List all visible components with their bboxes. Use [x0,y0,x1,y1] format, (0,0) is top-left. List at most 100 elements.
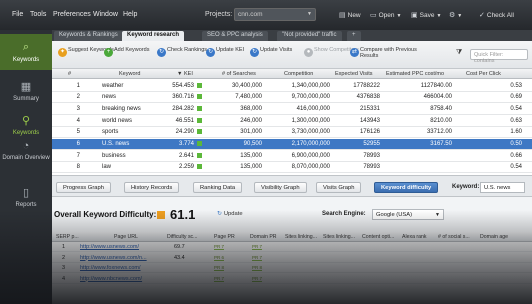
cell-text: 6 [76,141,80,147]
quick-filter-input[interactable]: Quick Filter: contains [470,49,528,64]
table-row[interactable]: 2 news 360.716 7,480,000 9,700,000,000 437683… [52,92,532,104]
table-row[interactable]: 4 world news 46.551 246,000 1,300,000,000 143… [52,115,532,127]
serp-row[interactable]: 3 http://www.foxnews.com/PR 8 PR 8 [52,263,532,273]
sidebar-item-summary[interactable]: ▦ Summary [0,74,52,104]
page-url-link[interactable]: http://www.foxnews.com/ [80,265,141,271]
check-all-button[interactable]: ✓ Check All [479,11,514,19]
col-header-serp-position[interactable]: SERP p... [56,234,79,240]
history-records-tab[interactable]: History Records [124,182,180,193]
col-header-page-pr[interactable]: Page PR [214,234,235,240]
compare-results-button[interactable]: ⇄ Compare with Previous Results [350,47,420,59]
check-rankings-button[interactable]: ↻ Check Rankings [157,47,207,57]
col-header-keyword[interactable]: Keyword [119,71,140,77]
col-header-page-url[interactable]: Page URL [114,234,138,240]
cell-text: 0.54 [510,105,522,112]
tab-keywords-rankings[interactable]: Keywords & Rankings [54,31,123,41]
serp-row[interactable]: 4 http://www.nbcnews.com/PR 7 PR 7 [52,274,532,284]
add-keywords-label: Add Keywords [114,47,150,53]
progress-graph-tab[interactable]: Progress Graph [56,182,111,193]
menu-preferences[interactable]: Preferences [53,11,91,18]
table-header: # Keyword ▼ KEI # of Searches Competitio… [52,69,532,79]
funnel-icon[interactable]: ⧩ [456,49,462,56]
sidebar-item-reports[interactable]: ▯ Reports [0,182,52,212]
col-header-content-optimization[interactable]: Content opti... [362,234,394,240]
page-url-link[interactable]: http://www.usnews.com/ [80,244,139,250]
cell-comp: 3,730,000,000 [266,129,330,135]
table-row[interactable]: 6 U.S. news 3.774 90,500 2,170,000,000 52955 3… [52,138,532,150]
col-header-domain-age[interactable]: Domain age [480,234,508,240]
search-engine-select[interactable]: Google (USA) ▼ [372,209,444,220]
settings-button[interactable]: ⚙ ▼ [449,11,462,19]
cell-text: 52955 [363,141,380,147]
page-url-link[interactable]: http://www.usnews.com/n... [80,255,147,261]
save-button[interactable]: ▣ Save ▼ [411,11,441,19]
update-difficulty-button[interactable]: ↻ Update [217,211,243,217]
open-label: Open [378,12,395,19]
serp-position: 1 [62,244,66,250]
col-header-alexa-rank[interactable]: Alexa rank [402,234,427,240]
page-pr: PR 7 [214,244,225,250]
keyword-difficulty-tab[interactable]: Keyword difficulty [374,182,439,193]
add-keywords-button[interactable]: + Add Keywords [104,47,149,57]
tab-not-provided-traffic[interactable]: "Not provided" traffic [277,31,342,41]
cell-text: 1,340,000,000 [291,82,330,89]
sidebar-item-domain-overview[interactable]: ◔ Domain Overview [0,134,52,170]
col-header-cpc[interactable]: Cost Per Click [466,71,501,77]
menu-tools[interactable]: Tools [30,11,46,18]
cell-text: 30,400,000 [231,82,262,89]
tab-seo-ppc-analysis[interactable]: SEO & PPC analysis [202,31,268,41]
col-header-difficulty-score[interactable]: Difficulty sc... [167,234,197,240]
add-tab-button[interactable]: + [347,31,361,41]
project-select[interactable]: cnn.com ▼ [234,8,316,21]
col-header-number[interactable]: # [68,71,71,77]
col-header-ppc-cost[interactable]: Estimated PPC cost/mo [386,71,444,77]
menu-window[interactable]: Window [93,11,118,18]
table-row[interactable]: 7 business 2.641 135,000 6,900,000,000 78993 0… [52,150,532,162]
cell-kei: 284.282 [164,105,202,112]
sidebar-item-label: Reports [15,202,37,208]
table-row[interactable]: 3 breaking news 284.282 368,000 416,000,000 2… [52,103,532,115]
col-header-sites-linking-domain[interactable]: Sites linking... [323,234,355,240]
col-header-domain-pr[interactable]: Domain PR [250,234,277,240]
col-header-social-signals[interactable]: # of social s... [438,234,470,240]
keywords-icon: ⌕ [22,41,30,53]
cell-comp: 2,170,000,000 [266,141,330,147]
update-visits-button[interactable]: ↻ Update Visits [250,47,292,57]
col-header-expected-visits[interactable]: Expected Visits [335,71,373,77]
new-button[interactable]: ▤ New [339,11,361,19]
col-header-competition[interactable]: Competition [284,71,313,77]
visibility-graph-tab[interactable]: Visibility Graph [254,182,307,193]
cell-searches: 368,000 [212,106,262,112]
serp-row[interactable]: 2 http://www.usnews.com/n... 43.4 PR 6 PR 7 [52,253,532,263]
serp-row[interactable]: 1 http://www.usnews.com/69.7 PR 7 PR 7 [52,242,532,252]
cell-text: 554.453 [172,82,194,89]
col-header-sites-linking-page[interactable]: Sites linking... [285,234,317,240]
show-competitors-button[interactable]: ● Show Competitors [304,47,359,57]
ranking-data-tab[interactable]: Ranking Data [193,182,243,193]
menu-file[interactable]: File [12,11,23,18]
suggest-keywords-button[interactable]: ✦ Suggest Keywords [58,47,114,57]
cell-kw: weather [102,83,172,89]
table-row[interactable]: 1 weather 554.453 30,400,000 1,340,000,000 17… [52,80,532,92]
cell-text: 0.53 [510,82,522,89]
tab-keyword-research[interactable]: Keyword research [122,31,185,41]
col-header-kei[interactable]: ▼ KEI [177,71,193,77]
menu-help[interactable]: Help [123,11,137,18]
sidebar-item-keywords-top[interactable]: ⌕ Keywords [0,34,52,70]
table-row[interactable]: 5 sports 24.290 301,000 3,730,000,000 176126 3… [52,127,532,139]
project-value: cnn.com [238,11,263,18]
page-pr: PR 6 [214,254,225,261]
keyword-difficulty-panel: Overall Keyword Difficulty: 61.1 ↻ Update… [52,197,532,304]
cell-text: 466004.00 [423,94,452,101]
visits-graph-tab[interactable]: Visits Graph [316,182,362,193]
table-row[interactable]: 8 law 2.259 135,000 8,070,000,000 78993 0.54 [52,162,532,174]
page-url-link[interactable]: http://www.nbcnews.com/ [80,276,142,282]
cell-n: 4 [70,118,80,124]
col-header-searches[interactable]: # of Searches [222,71,256,77]
update-kei-button[interactable]: ↻ Update KEI [206,47,244,57]
cell-text: 1 [76,82,80,89]
keyword-field[interactable]: U.S. news [480,182,525,193]
difficulty-label: Overall Keyword Difficulty: [54,210,157,219]
open-button[interactable]: ▭ Open ▼ [370,11,401,19]
sort-down-icon: ▼ [177,71,183,77]
